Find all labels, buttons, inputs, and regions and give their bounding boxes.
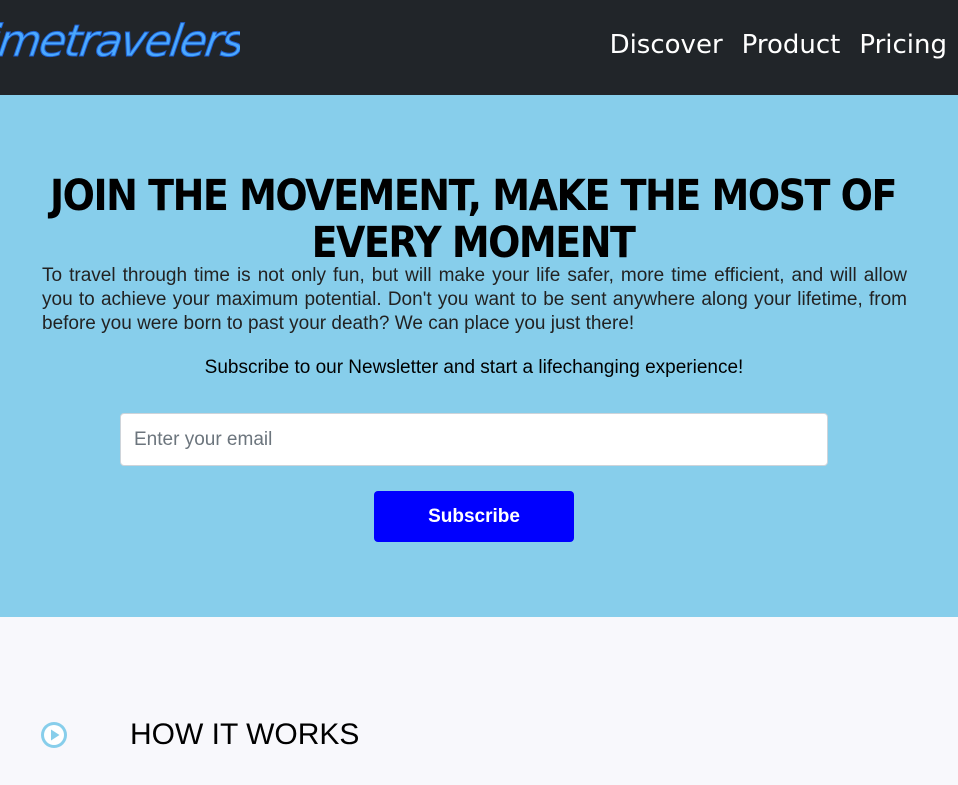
nav-links: Discover Product Pricing <box>610 28 947 62</box>
nav-link-pricing[interactable]: Pricing <box>859 28 947 62</box>
how-it-works-title: HOW IT WORKS <box>130 718 360 751</box>
navbar: timetravelers Discover Product Pricing <box>0 0 958 95</box>
how-it-works-section <box>0 617 958 785</box>
logo[interactable]: timetravelers <box>0 8 240 78</box>
hero-description: To travel through time is not only fun, … <box>42 265 907 334</box>
play-circle-icon <box>41 722 67 748</box>
nav-link-discover[interactable]: Discover <box>610 28 723 62</box>
nav-link-product[interactable]: Product <box>742 28 841 62</box>
hero-title: JOIN THE MOVEMENT, MAKE THE MOST OF EVER… <box>50 170 897 268</box>
subscribe-button[interactable]: Subscribe <box>374 491 574 542</box>
email-input[interactable] <box>120 413 828 466</box>
newsletter-prompt: Subscribe to our Newsletter and start a … <box>204 357 744 378</box>
logo-text: timetravelers <box>0 16 240 67</box>
